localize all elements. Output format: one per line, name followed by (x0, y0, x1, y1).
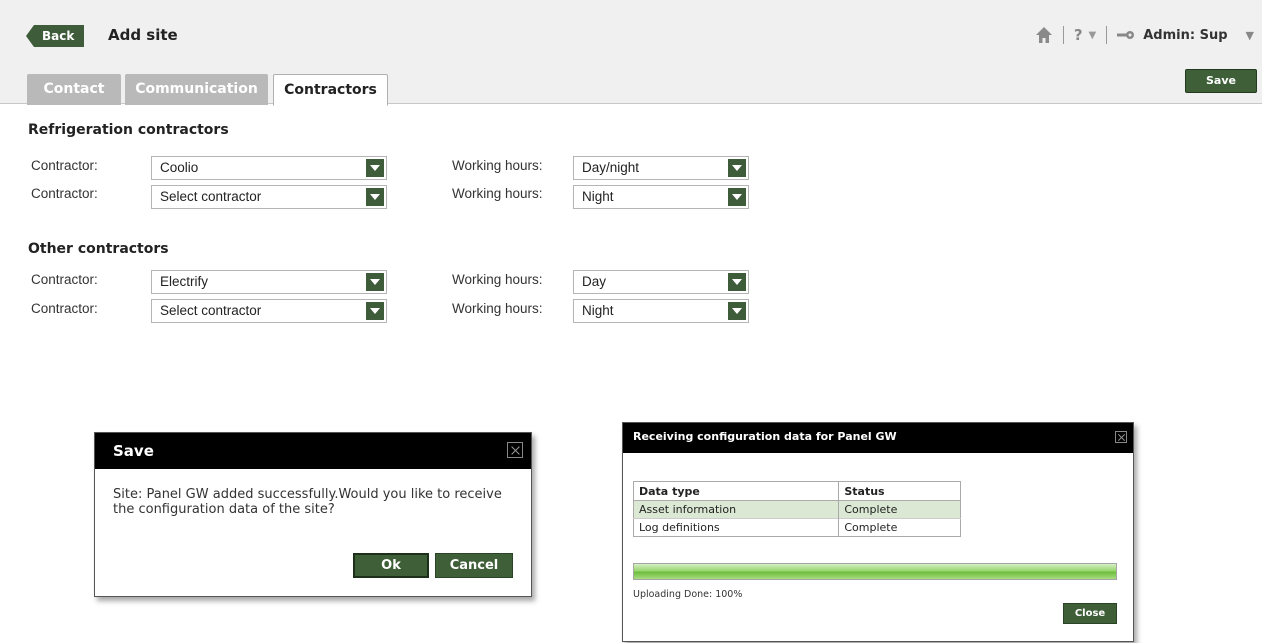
page-title: Add site (108, 26, 178, 44)
config-data-table: Data type Status Asset information Compl… (633, 481, 961, 537)
progress-bar-fill (634, 564, 1116, 579)
dropdown-arrow-icon[interactable] (728, 273, 746, 291)
working-hours-label: Working hours: (452, 272, 543, 287)
cell-data-type: Log definitions (633, 518, 839, 537)
cell-status: Complete (838, 500, 961, 519)
working-hours-select-value: Day (582, 274, 607, 289)
top-right-toolbar: ? ▼ Admin: Sup ▼ (1035, 24, 1254, 46)
user-dropdown-icon[interactable]: ▼ (1246, 29, 1254, 42)
column-header-data-type: Data type (633, 481, 839, 501)
contractor-select-value: Electrify (160, 274, 209, 289)
close-button[interactable]: Close (1063, 603, 1117, 624)
contractor-select-value: Select contractor (160, 303, 262, 318)
working-hours-select[interactable]: Day (573, 270, 749, 294)
save-dialog: Save Site: Panel GW added successfully.W… (94, 432, 532, 597)
other-section-title: Other contractors (28, 241, 169, 257)
receive-dialog-title: Receiving configuration data for Panel G… (623, 423, 1133, 453)
cell-status: Complete (838, 518, 961, 537)
working-hours-select[interactable]: Day/night (573, 156, 749, 180)
close-icon[interactable] (1115, 431, 1127, 443)
tab-contact[interactable]: Contact (27, 74, 121, 105)
save-button[interactable]: Save (1185, 69, 1257, 93)
save-dialog-title: Save (95, 433, 531, 469)
header-bar: Back Add site ? ▼ Admin: Sup ▼ Save Cont… (0, 0, 1262, 106)
working-hours-select[interactable]: Night (573, 299, 749, 323)
key-icon (1117, 30, 1135, 40)
dropdown-arrow-icon[interactable] (366, 188, 384, 206)
toolbar-separator (1106, 26, 1108, 44)
upload-progress-bar (633, 563, 1117, 580)
close-icon[interactable] (507, 442, 523, 458)
working-hours-label: Working hours: (452, 301, 543, 316)
working-hours-select-value: Night (582, 303, 614, 318)
save-dialog-message: Site: Panel GW added successfully.Would … (113, 487, 502, 517)
contractor-select[interactable]: Select contractor (151, 185, 387, 209)
contractor-label: Contractor: (31, 186, 98, 201)
working-hours-label: Working hours: (452, 158, 543, 173)
contractor-select[interactable]: Electrify (151, 270, 387, 294)
home-icon[interactable] (1035, 26, 1053, 44)
ok-button[interactable]: Ok (353, 553, 429, 578)
working-hours-select[interactable]: Night (573, 185, 749, 209)
dropdown-arrow-icon[interactable] (366, 302, 384, 320)
contractor-label: Contractor: (31, 301, 98, 316)
contractor-select-value: Coolio (160, 160, 199, 175)
dropdown-arrow-icon[interactable] (728, 188, 746, 206)
help-icon[interactable]: ? (1074, 26, 1083, 44)
working-hours-select-value: Day/night (582, 160, 640, 175)
receive-config-dialog: Receiving configuration data for Panel G… (622, 422, 1134, 642)
dropdown-arrow-icon[interactable] (366, 159, 384, 177)
user-menu[interactable]: Admin: Sup (1143, 28, 1227, 43)
contractor-label: Contractor: (31, 272, 98, 287)
dropdown-arrow-icon[interactable] (728, 159, 746, 177)
cancel-button[interactable]: Cancel (435, 553, 513, 578)
contractor-label: Contractor: (31, 158, 98, 173)
table-row[interactable]: Asset information Complete (633, 500, 961, 519)
tab-communication[interactable]: Communication (125, 74, 268, 105)
contractor-select[interactable]: Coolio (151, 156, 387, 180)
upload-status-text: Uploading Done: 100% (633, 589, 743, 600)
dropdown-arrow-icon[interactable] (728, 302, 746, 320)
contractor-select[interactable]: Select contractor (151, 299, 387, 323)
table-header-row: Data type Status (633, 481, 961, 501)
help-dropdown-icon[interactable]: ▼ (1089, 30, 1097, 41)
add-site-page: Back Add site ? ▼ Admin: Sup ▼ Save Cont… (0, 0, 1262, 643)
working-hours-select-value: Night (582, 189, 614, 204)
back-button[interactable]: Back (26, 25, 84, 47)
contractor-select-value: Select contractor (160, 189, 262, 204)
tab-contractors[interactable]: Contractors (273, 74, 388, 106)
refrigeration-section-title: Refrigeration contractors (28, 122, 229, 138)
working-hours-label: Working hours: (452, 186, 543, 201)
dropdown-arrow-icon[interactable] (366, 273, 384, 291)
column-header-status: Status (838, 481, 961, 501)
toolbar-separator (1062, 26, 1064, 44)
table-row[interactable]: Log definitions Complete (633, 518, 961, 537)
cell-data-type: Asset information (633, 500, 839, 519)
